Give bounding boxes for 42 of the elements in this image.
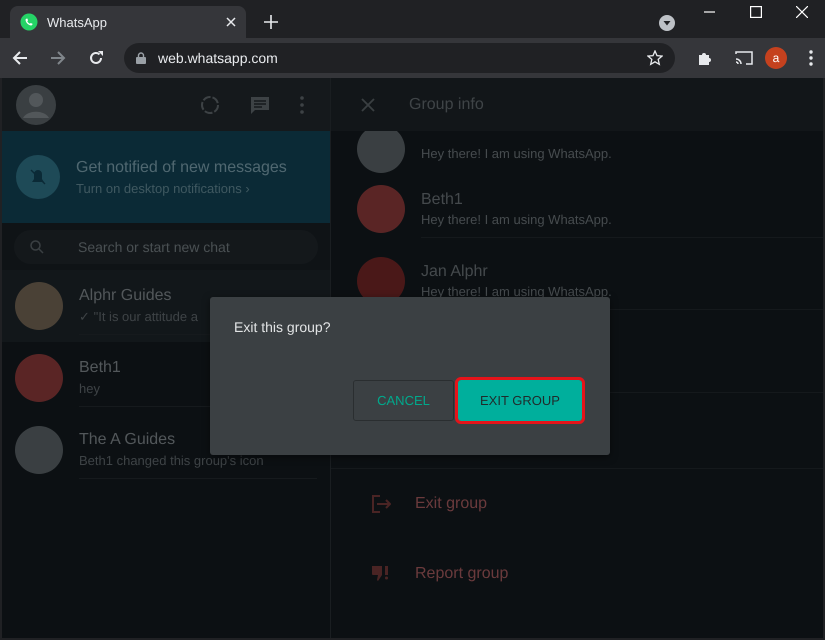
member-status: Hey there! I am using WhatsApp. (421, 284, 613, 298)
chat-bubble-icon (20, 13, 38, 31)
avatar-icon (357, 131, 405, 173)
avatar-icon (15, 282, 63, 330)
chat-name: The A Guides (79, 431, 176, 449)
member-row[interactable]: Beth1 Hey there! I am using WhatsApp. (331, 173, 823, 245)
search-icon (30, 240, 44, 254)
dialog-message: Exit this group? (234, 319, 332, 335)
plus-icon[interactable] (264, 15, 278, 29)
avatar-icon (15, 426, 63, 474)
dropdown-icon[interactable] (659, 15, 675, 31)
maximize-icon[interactable] (750, 6, 762, 18)
profile-icon[interactable] (16, 84, 56, 124)
puzzle-piece-icon[interactable] (697, 50, 713, 66)
reload-icon[interactable] (88, 50, 104, 66)
exit-icon (371, 494, 391, 514)
star-icon[interactable] (647, 50, 663, 66)
member-name: Jan Alphr (421, 262, 489, 280)
cast-icon[interactable] (735, 50, 753, 66)
avatar-icon (357, 185, 405, 233)
action-item[interactable]: Report group (331, 539, 823, 609)
cancel-button[interactable]: CANCEL (353, 380, 454, 421)
browser-tab[interactable]: WhatsApp (10, 6, 246, 38)
member-row[interactable]: Hey there! I am using WhatsApp. (331, 131, 823, 173)
tab-title: WhatsApp (47, 14, 108, 30)
muted-bell-icon (16, 155, 60, 199)
action-item[interactable]: Exit group (331, 469, 823, 539)
menu-icon[interactable] (809, 50, 813, 66)
profile-avatar[interactable]: a (765, 47, 787, 69)
back-arrow-icon[interactable] (12, 50, 28, 66)
notice-title: Get notified of new messages (76, 158, 287, 176)
avatar-icon (15, 354, 63, 402)
exit-group-button[interactable]: EXIT GROUP (458, 380, 582, 421)
chat-name: Alphr Guides (79, 287, 172, 305)
search-field[interactable]: Search or start new chat (14, 230, 318, 264)
forward-arrow-icon[interactable] (50, 50, 66, 66)
member-name: Beth1 (421, 190, 464, 208)
member-status: Hey there! I am using WhatsApp. (421, 212, 613, 226)
lock-icon (136, 52, 146, 64)
address-field[interactable]: web.whatsapp.com (124, 43, 675, 73)
member-status: Hey there! I am using WhatsApp. (421, 146, 613, 161)
chat-name: Beth1 (79, 359, 122, 377)
